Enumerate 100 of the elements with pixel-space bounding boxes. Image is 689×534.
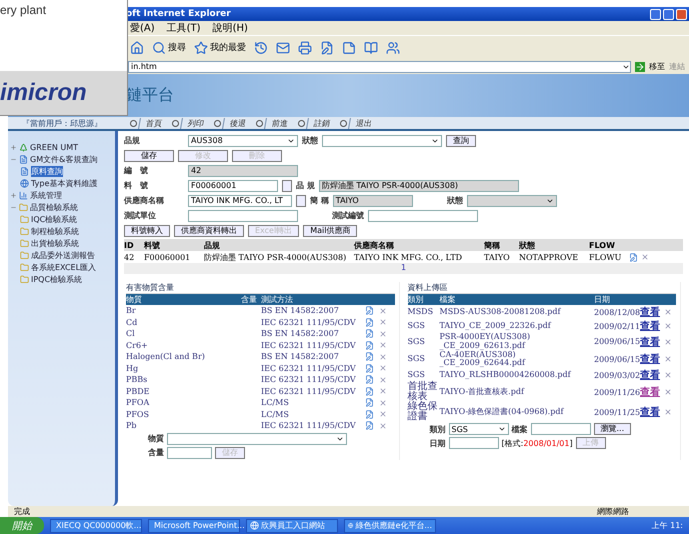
amount-field[interactable] (167, 446, 212, 458)
type-select[interactable]: SGS (448, 423, 508, 436)
sidebar-item[interactable]: 各系統EXCEL匯入 (31, 262, 96, 272)
view-link[interactable]: 查看 (640, 352, 664, 366)
taskbar-button[interactable]: 綠色供應鏈e化平台... (344, 518, 436, 532)
menu-item[interactable]: 說明(H) (212, 21, 248, 35)
delete-icon[interactable] (664, 355, 672, 364)
go-icon[interactable] (635, 62, 645, 72)
edit-icon[interactable] (629, 252, 638, 262)
test-unit-field[interactable] (188, 210, 298, 222)
edit-icon[interactable] (364, 364, 374, 373)
taskbar-button[interactable]: XIECQ QC000000軟... (50, 518, 142, 532)
edit-icon[interactable] (364, 398, 374, 408)
address-field[interactable]: in.htm (128, 60, 631, 72)
test-number-field[interactable] (368, 210, 478, 222)
delete-icon[interactable] (641, 252, 649, 260)
sidebar-item[interactable]: 制程檢驗系統 (31, 226, 79, 236)
tool-button[interactable]: Mail供應商 (303, 224, 358, 236)
edit-icon[interactable] (364, 421, 374, 430)
query-button[interactable]: 查詢 (446, 134, 476, 146)
sidebar-item[interactable]: 品質檢驗系統 (30, 202, 78, 212)
delete-icon[interactable] (378, 306, 386, 315)
tool-button[interactable]: 供應商資料轉出 (174, 224, 244, 236)
tool-button[interactable]: 料號轉入 (124, 224, 170, 236)
sidebar-item[interactable]: Type基本資料維護 (31, 178, 98, 188)
delete-icon[interactable] (664, 308, 672, 316)
expand-icon[interactable] (10, 192, 17, 198)
nav-tab[interactable]: 前進 (264, 118, 295, 128)
delete-icon[interactable] (664, 338, 672, 346)
delete-icon[interactable] (378, 410, 386, 418)
view-link[interactable]: 查看 (640, 385, 664, 400)
toolbar-label[interactable]: 我的最愛 (210, 41, 246, 54)
view-link[interactable]: 查看 (640, 368, 664, 382)
edit-icon[interactable] (364, 318, 374, 327)
edit-icon[interactable] (364, 340, 374, 350)
edit-icon[interactable] (364, 386, 374, 396)
sidebar-item[interactable]: GREEN UMT (30, 142, 78, 152)
nav-tab[interactable]: 首頁 (138, 118, 169, 128)
sidebar-item[interactable]: 成品委外送測報告 (31, 250, 95, 260)
start-button[interactable]: 開始 (0, 517, 44, 534)
edit-icon[interactable] (364, 375, 374, 384)
sidebar-item[interactable]: IQC檢驗系統 (31, 214, 78, 224)
view-link[interactable]: 查看 (640, 405, 664, 420)
sidebar-item[interactable]: GM文件&客規查詢 (30, 154, 98, 164)
menu-item[interactable]: 工具(T) (166, 21, 201, 35)
toolbar-label[interactable]: 搜尋 (168, 41, 186, 54)
lookup-button[interactable] (282, 180, 292, 192)
people-icon[interactable] (386, 40, 400, 54)
browse-button[interactable]: 瀏覽... (594, 423, 632, 436)
book-icon[interactable] (364, 40, 378, 54)
delete-icon[interactable] (378, 352, 386, 361)
part-field[interactable]: F00060001 (188, 180, 278, 192)
delete-icon[interactable] (378, 376, 386, 384)
nav-tab[interactable]: 註銷 (306, 118, 337, 128)
menu-item[interactable]: 愛(A) (130, 21, 155, 35)
taskbar-button[interactable]: 欣興員工入口網站 (246, 518, 338, 532)
nav-tab[interactable]: 後退 (222, 118, 253, 128)
delete-icon[interactable] (664, 371, 672, 380)
delete-icon[interactable] (378, 318, 386, 326)
star-icon[interactable] (194, 40, 208, 54)
sidebar-item[interactable]: 系統管理 (30, 190, 62, 200)
sidebar-item[interactable]: 原料查詢 (31, 166, 63, 176)
spec-select[interactable]: AUS308 (188, 134, 298, 146)
search-icon[interactable] (152, 40, 166, 54)
clock-arrow-icon[interactable] (254, 40, 268, 54)
view-link[interactable]: 查看 (640, 305, 664, 319)
action-button[interactable]: 儲存 (124, 150, 174, 162)
printer-icon[interactable] (298, 40, 312, 54)
edit-icon[interactable] (364, 306, 374, 316)
edit-icon[interactable] (364, 410, 374, 419)
sidebar-item[interactable]: 出貨檢驗系統 (31, 238, 79, 248)
delete-icon[interactable] (664, 408, 672, 416)
date-field[interactable] (448, 437, 498, 450)
home-icon[interactable] (130, 40, 144, 54)
note-icon[interactable] (342, 40, 356, 54)
delete-icon[interactable] (378, 341, 386, 350)
page-number[interactable]: 1 (400, 263, 406, 272)
maximize-button[interactable] (663, 8, 674, 20)
go-label[interactable]: 移至 (649, 61, 665, 72)
file-field[interactable] (530, 423, 590, 436)
view-link[interactable]: 查看 (640, 334, 664, 349)
mail-icon[interactable] (276, 40, 290, 54)
expand-icon[interactable] (10, 144, 17, 150)
close-button[interactable] (676, 8, 687, 20)
minimize-button[interactable] (650, 8, 661, 20)
delete-icon[interactable] (378, 422, 386, 430)
lookup-button[interactable] (296, 194, 306, 206)
view-link[interactable]: 查看 (640, 319, 664, 333)
edit-icon[interactable] (364, 352, 374, 362)
delete-icon[interactable] (664, 388, 672, 396)
edit-icon[interactable] (364, 329, 374, 338)
delete-icon[interactable] (378, 330, 386, 338)
delete-icon[interactable] (378, 364, 386, 372)
sidebar-item[interactable]: IPQC檢驗系統 (31, 274, 82, 284)
delete-icon[interactable] (664, 322, 672, 330)
nav-tab[interactable]: 退出 (348, 118, 379, 128)
vendor-field[interactable]: TAIYO INK MFG. CO., LT (188, 194, 292, 206)
nav-tab[interactable]: 列印 (180, 118, 211, 128)
edit-icon[interactable] (320, 40, 334, 54)
delete-icon[interactable] (378, 387, 386, 396)
